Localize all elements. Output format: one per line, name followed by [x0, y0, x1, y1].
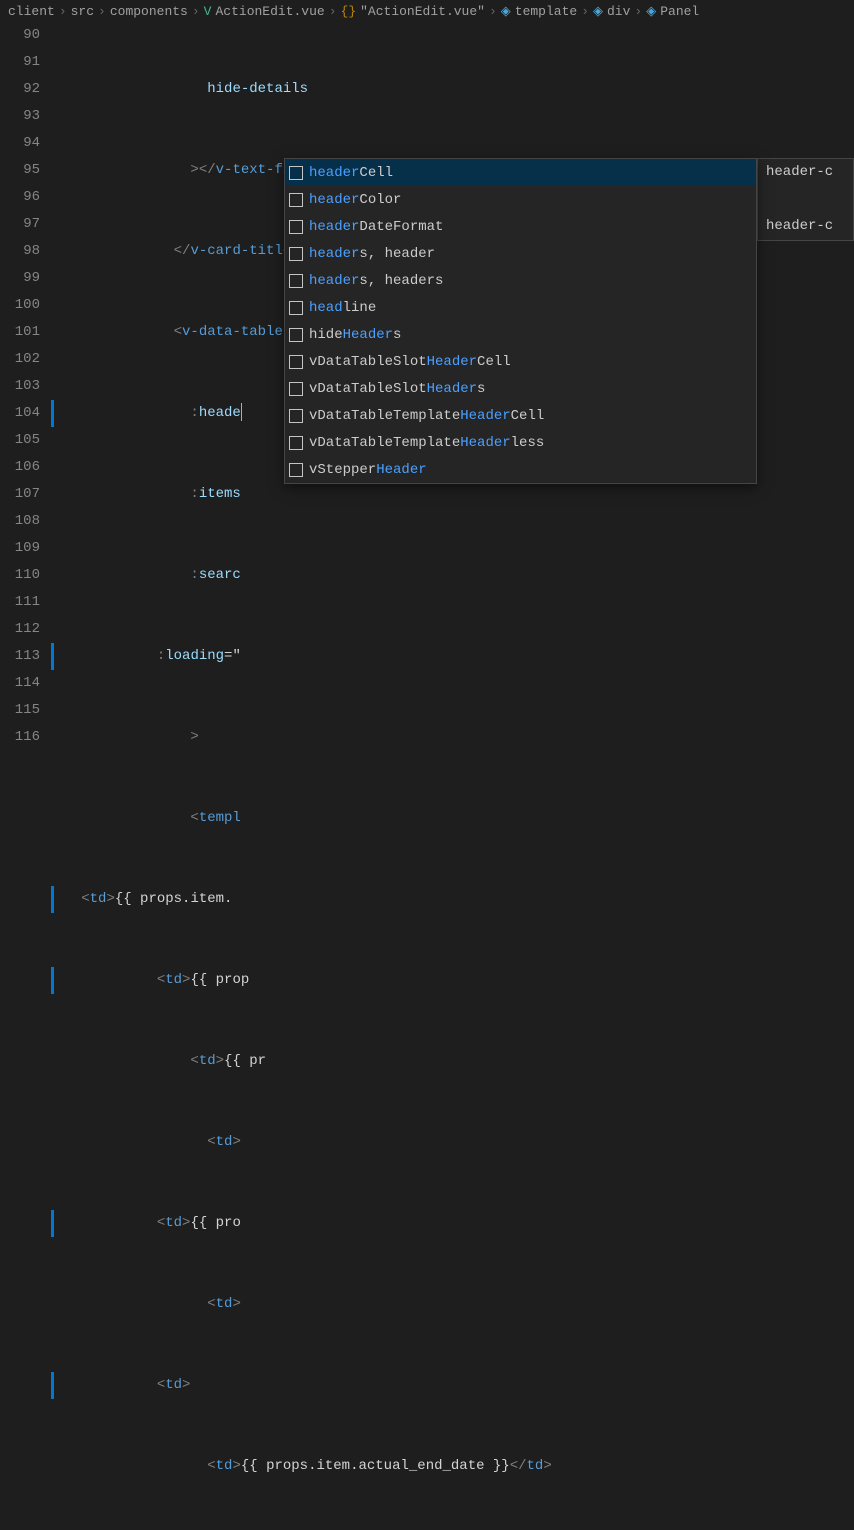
chevron-right-icon: ›: [634, 4, 642, 19]
chevron-right-icon: ›: [489, 4, 497, 19]
line-number: 100: [0, 292, 40, 319]
suggestion-doc-popup: header-c header-c: [757, 158, 854, 241]
change-indicator: [51, 400, 54, 427]
line-number: 97: [0, 211, 40, 238]
line-number: 103: [0, 373, 40, 400]
suggestion-popup[interactable]: headerCell headerColor headerDateFormat …: [284, 158, 757, 484]
line-number: 106: [0, 454, 40, 481]
line-number: 90: [0, 22, 40, 49]
chevron-right-icon: ›: [192, 4, 200, 19]
change-indicator: [51, 643, 54, 670]
line-number: 95: [0, 157, 40, 184]
suggestion-item[interactable]: vDataTableTemplateHeaderCell: [285, 402, 756, 429]
breadcrumb-item[interactable]: ◈div: [593, 4, 630, 19]
doc-text: [758, 186, 853, 213]
change-indicator: [51, 1210, 54, 1237]
snippet-icon: [289, 436, 303, 450]
line-number: 101: [0, 319, 40, 346]
doc-text: header-c: [758, 213, 853, 240]
doc-text: header-c: [758, 159, 853, 186]
snippet-icon: [289, 328, 303, 342]
breadcrumb[interactable]: client › src › components › VActionEdit.…: [0, 0, 854, 22]
snippet-icon: [289, 301, 303, 315]
cube-icon: ◈: [646, 4, 656, 19]
line-number: 102: [0, 346, 40, 373]
line-number: 94: [0, 130, 40, 157]
line-number: 114: [0, 670, 40, 697]
suggestion-item[interactable]: vDataTableSlotHeaders: [285, 375, 756, 402]
suggestion-item[interactable]: headers, headers: [285, 267, 756, 294]
breadcrumb-item[interactable]: VActionEdit.vue: [204, 4, 325, 19]
cube-icon: ◈: [501, 4, 511, 19]
line-number: 110: [0, 562, 40, 589]
line-number: 107: [0, 481, 40, 508]
snippet-icon: [289, 166, 303, 180]
line-number: 104: [0, 400, 40, 427]
chevron-right-icon: ›: [581, 4, 589, 19]
breadcrumb-item[interactable]: {}"ActionEdit.vue": [341, 4, 485, 19]
line-number: 99: [0, 265, 40, 292]
suggestion-item[interactable]: headers, header: [285, 240, 756, 267]
line-number: 96: [0, 184, 40, 211]
breadcrumb-item[interactable]: ◈template: [501, 4, 577, 19]
change-indicator: [51, 967, 54, 994]
chevron-right-icon: ›: [59, 4, 67, 19]
breadcrumb-item[interactable]: components: [110, 4, 188, 19]
line-number: 115: [0, 697, 40, 724]
line-number-gutter: 90 91 92 93 94 95 96 97 98 99 100 101 10…: [0, 22, 56, 765]
snippet-icon: [289, 220, 303, 234]
breadcrumb-item[interactable]: ◈Panel: [646, 4, 699, 19]
line-number: 92: [0, 76, 40, 103]
suggestion-item[interactable]: headerDateFormat: [285, 213, 756, 240]
line-number: 91: [0, 49, 40, 76]
snippet-icon: [289, 274, 303, 288]
suggestion-item[interactable]: vStepperHeader: [285, 456, 756, 483]
snippet-icon: [289, 247, 303, 261]
snippet-icon: [289, 382, 303, 396]
cube-icon: ◈: [593, 4, 603, 19]
text-cursor: [241, 403, 242, 421]
change-indicator: [51, 886, 54, 913]
snippet-icon: [289, 193, 303, 207]
chevron-right-icon: ›: [98, 4, 106, 19]
line-number: 108: [0, 508, 40, 535]
suggestion-item[interactable]: headline: [285, 294, 756, 321]
line-number: 93: [0, 103, 40, 130]
change-indicator: [51, 1372, 54, 1399]
line-number: 112: [0, 616, 40, 643]
snippet-icon: [289, 463, 303, 477]
suggestion-item[interactable]: hideHeaders: [285, 321, 756, 348]
suggestion-item[interactable]: headerColor: [285, 186, 756, 213]
snippet-icon: [289, 409, 303, 423]
suggestion-item[interactable]: vDataTableSlotHeaderCell: [285, 348, 756, 375]
line-number: 109: [0, 535, 40, 562]
line-number: 116: [0, 724, 40, 751]
suggestion-item[interactable]: headerCell: [285, 159, 756, 186]
breadcrumb-item[interactable]: src: [71, 4, 94, 19]
line-number: 105: [0, 427, 40, 454]
chevron-right-icon: ›: [329, 4, 337, 19]
braces-icon: {}: [341, 4, 357, 19]
line-number: 113: [0, 643, 40, 670]
line-number: 98: [0, 238, 40, 265]
line-number: 111: [0, 589, 40, 616]
breadcrumb-item[interactable]: client: [8, 4, 55, 19]
snippet-icon: [289, 355, 303, 369]
suggestion-item[interactable]: vDataTableTemplateHeaderless: [285, 429, 756, 456]
vue-icon: V: [204, 4, 212, 19]
